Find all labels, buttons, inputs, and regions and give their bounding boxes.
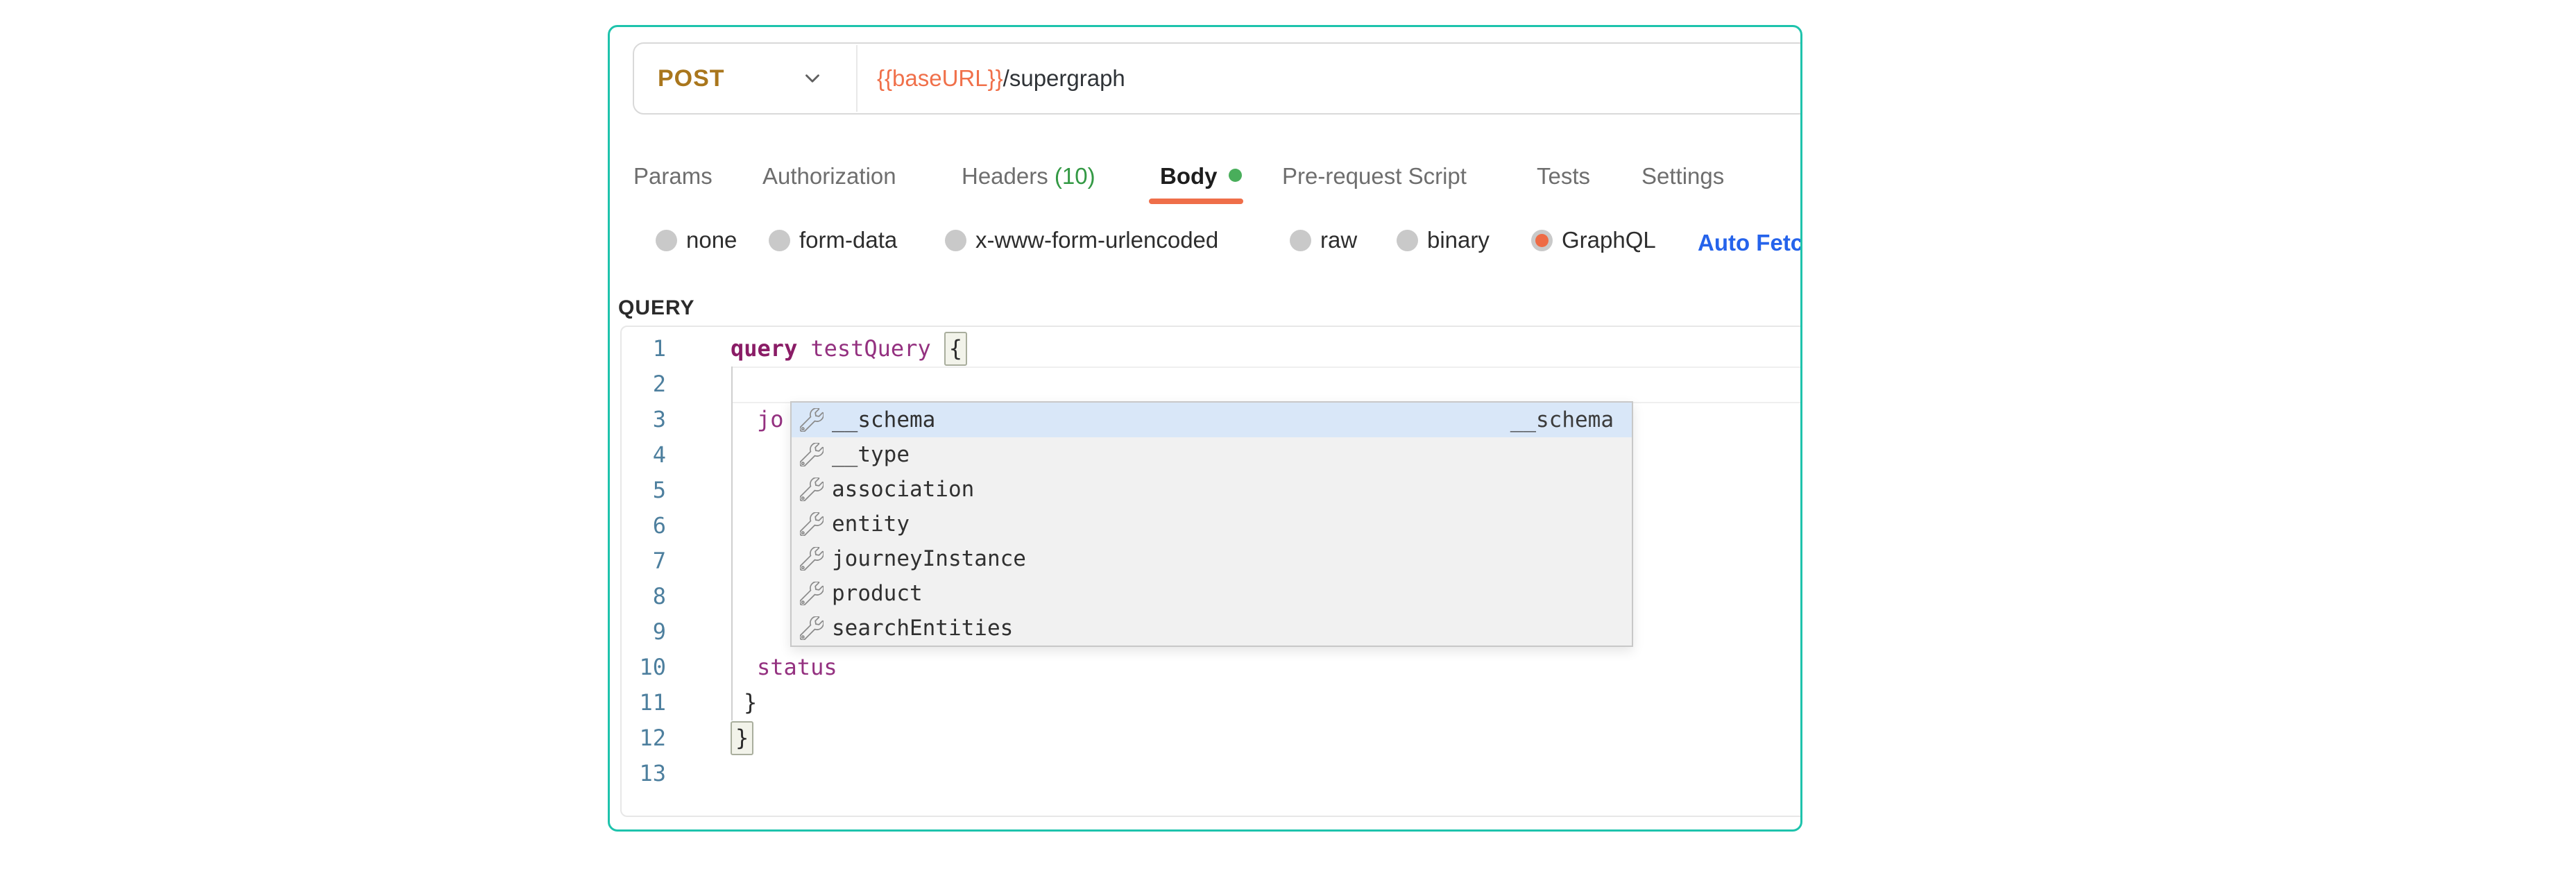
wrench-icon: [800, 443, 824, 466]
radio-none[interactable]: none: [656, 227, 737, 253]
line-number: 8: [622, 579, 666, 614]
radio-dot-selected: [1531, 230, 1553, 251]
radio-dot: [656, 230, 677, 251]
wrench-icon: [800, 408, 824, 432]
line-number: 4: [622, 437, 666, 473]
autocomplete-item-name: product: [832, 581, 923, 606]
radio-dot: [1290, 230, 1311, 251]
row-separator: [731, 366, 1802, 368]
line-number: 11: [622, 685, 666, 720]
radio-none-label: none: [686, 227, 737, 253]
autocomplete-item-type: __schema: [1510, 407, 1614, 432]
tab-authorization[interactable]: Authorization: [762, 163, 896, 189]
autocomplete-item-name: journeyInstance: [832, 546, 1026, 571]
tab-tests[interactable]: Tests: [1537, 163, 1590, 189]
wrench-icon: [800, 547, 824, 571]
method-label: POST: [658, 65, 725, 92]
matched-close-brace: }: [731, 721, 753, 755]
autocomplete-item-journeyinstance[interactable]: journeyInstance: [792, 541, 1632, 576]
tab-headers[interactable]: Headers (10): [962, 163, 1095, 189]
radio-form-data[interactable]: form-data: [769, 227, 897, 253]
tab-pre-request-script[interactable]: Pre-request Script: [1282, 163, 1467, 189]
line-number: 5: [622, 473, 666, 508]
radio-binary[interactable]: binary: [1397, 227, 1490, 253]
autocomplete-item-product[interactable]: product: [792, 576, 1632, 611]
radio-form-data-label: form-data: [799, 227, 897, 253]
radio-graphql-label: GraphQL: [1562, 227, 1656, 253]
autocomplete-item-name: __schema: [832, 407, 935, 432]
request-url-bar: POST {{baseURL}}/supergraph: [633, 42, 1802, 115]
radio-x-www-form-urlencoded[interactable]: x-www-form-urlencoded: [945, 227, 1218, 253]
wrench-icon: [800, 582, 824, 605]
method-dropdown[interactable]: POST: [658, 44, 725, 113]
active-tab-underline: [1149, 199, 1243, 204]
keyword-query: query: [731, 335, 797, 362]
method-url-divider: [856, 45, 858, 112]
code-line-3: jo: [757, 402, 784, 437]
query-section-label: QUERY: [618, 296, 695, 320]
radio-raw[interactable]: raw: [1290, 227, 1357, 253]
autocomplete-item-name: __type: [832, 442, 910, 467]
url-variable: {{baseURL}}: [877, 65, 1003, 92]
body-active-dot-icon: [1229, 169, 1242, 182]
radio-x-www-form-urlencoded-label: x-www-form-urlencoded: [975, 227, 1218, 253]
autocomplete-item-association[interactable]: association: [792, 472, 1632, 507]
line-number: 7: [622, 543, 666, 579]
radio-binary-label: binary: [1427, 227, 1490, 253]
radio-graphql[interactable]: GraphQL: [1531, 227, 1656, 253]
tab-headers-label: Headers: [962, 163, 1048, 189]
line-number: 10: [622, 650, 666, 685]
code-line-1: query testQuery {: [731, 331, 967, 366]
autocomplete-item-searchentities[interactable]: searchEntities: [792, 611, 1632, 646]
autocomplete-item-schema[interactable]: __schema __schema: [792, 403, 1632, 437]
autocomplete-item-name: entity: [832, 512, 910, 537]
autocomplete-item-name: searchEntities: [832, 616, 1013, 641]
request-panel: POST {{baseURL}}/supergraph Params Autho…: [608, 25, 1802, 832]
code-line-10: status: [757, 650, 837, 685]
tab-params[interactable]: Params: [633, 163, 713, 189]
url-input[interactable]: {{baseURL}}/supergraph: [877, 44, 1125, 113]
line-number: 13: [622, 756, 666, 791]
line-number: 12: [622, 720, 666, 756]
line-number: 9: [622, 614, 666, 650]
radio-dot: [945, 230, 966, 251]
autocomplete-item-entity[interactable]: entity: [792, 507, 1632, 541]
autocomplete-dropdown: __schema __schema __type association ent…: [790, 401, 1633, 647]
indent-guide-line: [731, 366, 733, 720]
wrench-icon: [800, 616, 824, 640]
wrench-icon: [800, 478, 824, 501]
wrench-icon: [800, 512, 824, 536]
line-number: 1: [622, 331, 666, 366]
line-number: 2: [622, 366, 666, 402]
radio-raw-label: raw: [1320, 227, 1357, 253]
radio-dot: [769, 230, 790, 251]
chevron-down-icon[interactable]: [801, 67, 824, 90]
matched-open-brace: {: [944, 332, 967, 366]
autocomplete-item-name: association: [832, 477, 974, 502]
code-line-12: }: [731, 720, 753, 756]
tab-settings[interactable]: Settings: [1641, 163, 1724, 189]
line-number: 3: [622, 402, 666, 437]
line-number: 6: [622, 508, 666, 543]
url-path: /supergraph: [1003, 65, 1125, 92]
code-line-11: }: [744, 685, 757, 720]
headers-count-badge: (10): [1055, 163, 1095, 189]
auto-fetch-link[interactable]: Auto Fetch: [1698, 230, 1802, 256]
autocomplete-item-type-field[interactable]: __type: [792, 437, 1632, 472]
graphql-query-editor[interactable]: 1 2 3 4 5 6 7 8 9 10 11 12 13 query testQ…: [620, 326, 1802, 817]
tab-body-label: Body: [1160, 163, 1218, 189]
tab-body[interactable]: Body: [1160, 163, 1242, 189]
radio-dot: [1397, 230, 1418, 251]
query-name: testQuery: [810, 335, 930, 362]
